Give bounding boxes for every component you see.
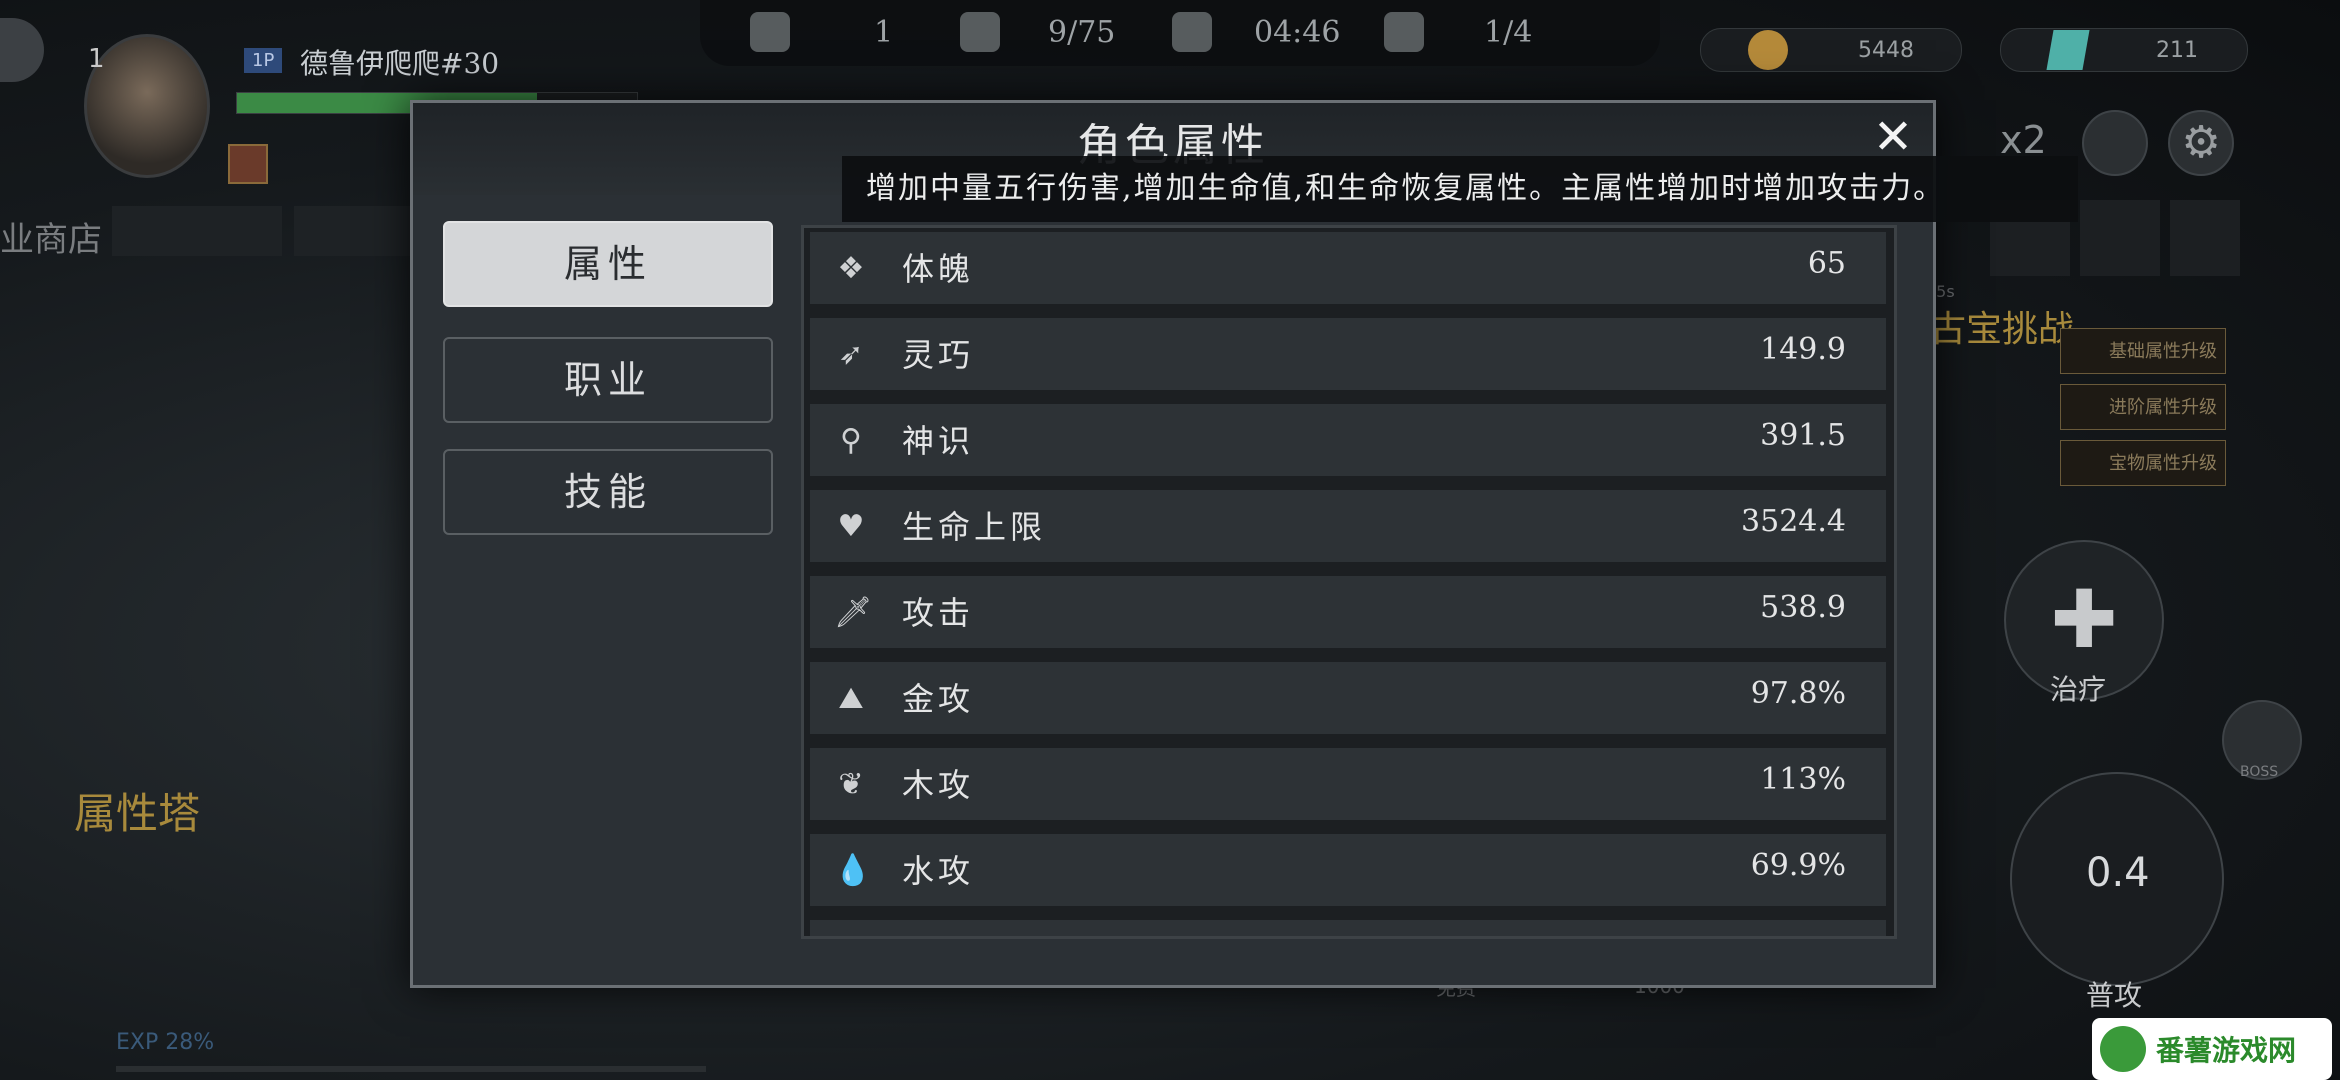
- exp-label: EXP 28%: [116, 1030, 215, 1055]
- coin-counter: 5448: [1700, 28, 1962, 72]
- wave-counter: 1/4: [1384, 12, 1532, 52]
- coin-value: 5448: [1858, 37, 1914, 63]
- stat-row: ❖ 体魄 65: [810, 232, 1886, 304]
- demon-mask-icon: [1384, 12, 1424, 52]
- kills-value: 1: [874, 14, 894, 50]
- locked-slot-2[interactable]: [2080, 200, 2160, 276]
- metal-icon: ⛰: [838, 681, 864, 716]
- stat-value: 65: [1807, 246, 1846, 281]
- heart-icon: ♥: [837, 509, 865, 544]
- coin-icon: [1748, 30, 1788, 70]
- gem-counter: 211: [2000, 28, 2248, 72]
- stat-label: 水攻: [902, 852, 975, 890]
- shop-slot-2[interactable]: [294, 206, 414, 256]
- stat-value: 97.8%: [1750, 676, 1846, 711]
- watermark-logo-icon: [2100, 1026, 2146, 1072]
- timer-value: 04:46: [1254, 14, 1341, 50]
- stat-value: 149.9: [1760, 332, 1846, 367]
- crossed-swords-icon: [1172, 12, 1212, 52]
- stat-label: 灵巧: [902, 336, 975, 374]
- fist-icon: [750, 12, 790, 52]
- hearts-value: 9/75: [1048, 14, 1116, 50]
- timer: 04:46: [1172, 12, 1340, 52]
- stat-label: 生命上限: [902, 508, 1047, 546]
- stat-row: 💧 水攻 69.9%: [810, 834, 1886, 906]
- wave-value: 1/4: [1484, 14, 1533, 50]
- exp-bar: [116, 1066, 706, 1072]
- gem-value: 211: [2156, 37, 2198, 63]
- stat-list[interactable]: ❖ 体魄 65 ➶ 灵巧 149.9 ⚲ 神识 391.5 ♥ 生命上限 352…: [801, 225, 1897, 939]
- attribute-modal: 角色属性 ✕ 属性 职业 技能 ❖ 体魄 65 ➶ 灵巧 149.9 ⚲ 神识 …: [410, 100, 1936, 988]
- stat-value: 391.5: [1760, 418, 1846, 453]
- stat-row: ⛰ 金攻 97.8%: [810, 662, 1886, 734]
- mind-icon: ⚲: [840, 423, 862, 458]
- attack-cooldown: 0.4: [2086, 850, 2150, 896]
- buff-icon[interactable]: [228, 144, 268, 184]
- treasure-upgrade-button[interactable]: 宝物属性升级: [2060, 440, 2226, 486]
- stat-value: 69.9%: [1750, 848, 1846, 883]
- stat-label: 金攻: [902, 680, 975, 718]
- attack-label: 普攻: [2086, 979, 2143, 1012]
- stat-label: 体魄: [902, 250, 975, 288]
- locked-slot-3[interactable]: [2170, 200, 2240, 276]
- diamond-icon: ❖: [837, 251, 865, 286]
- back-button[interactable]: [0, 18, 44, 82]
- heal-label: 治疗: [2050, 673, 2107, 706]
- stat-tooltip: 增加中量五行伤害,增加生命值,和生命恢复属性。主属性增加时增加攻击力。: [842, 156, 2078, 222]
- stat-value: 113%: [1760, 762, 1846, 797]
- stat-label: 攻击: [902, 594, 975, 632]
- chat-button[interactable]: [2082, 110, 2148, 176]
- shop-slot-1[interactable]: [112, 206, 282, 256]
- stat-value: 3524.4: [1741, 504, 1846, 539]
- tab-skills[interactable]: 技能: [443, 449, 773, 535]
- kills-counter: 1: [750, 12, 893, 52]
- stat-row: 🗡 攻击 538.9: [810, 576, 1886, 648]
- leaf-icon: ❦: [838, 767, 864, 802]
- close-icon[interactable]: ✕: [1869, 113, 1917, 161]
- stat-row: ❦ 木攻 113%: [810, 748, 1886, 820]
- watermark-text: 番薯游戏网: [2156, 1034, 2297, 1067]
- challenge-label[interactable]: 古宝挑战: [1930, 300, 2074, 352]
- sword-icon: 🗡: [834, 595, 873, 630]
- shop-label[interactable]: 业商店: [0, 212, 102, 261]
- watermark: 番薯游戏网: [2092, 1018, 2332, 1080]
- stat-row-partial: [810, 920, 1886, 936]
- basic-upgrade-button[interactable]: 基础属性升级: [2060, 328, 2226, 374]
- stat-label: 神识: [902, 422, 975, 460]
- advanced-upgrade-button[interactable]: 进阶属性升级: [2060, 384, 2226, 430]
- water-icon: 💧: [834, 853, 872, 888]
- tab-attributes[interactable]: 属性: [443, 221, 773, 307]
- hearts-counter: 9/75: [960, 12, 1115, 52]
- heartbeat-icon: [960, 12, 1000, 52]
- player-tag: 1P: [244, 48, 283, 73]
- boss-label: BOSS: [2240, 764, 2279, 780]
- gem-icon: [2046, 30, 2090, 70]
- stat-label: 木攻: [902, 766, 975, 804]
- dart-icon: ➶: [838, 337, 864, 372]
- player-name: 德鲁伊爬爬#30: [300, 47, 500, 80]
- stat-row: ♥ 生命上限 3524.4: [810, 490, 1886, 562]
- settings-gear-icon[interactable]: ⚙: [2168, 110, 2234, 176]
- stat-row: ⚲ 神识 391.5: [810, 404, 1886, 476]
- attribute-tower-label[interactable]: 属性塔: [74, 780, 200, 841]
- stat-row: ➶ 灵巧 149.9: [810, 318, 1886, 390]
- tab-class[interactable]: 职业: [443, 337, 773, 423]
- stat-value: 538.9: [1760, 590, 1846, 625]
- player-level: 1: [88, 44, 105, 74]
